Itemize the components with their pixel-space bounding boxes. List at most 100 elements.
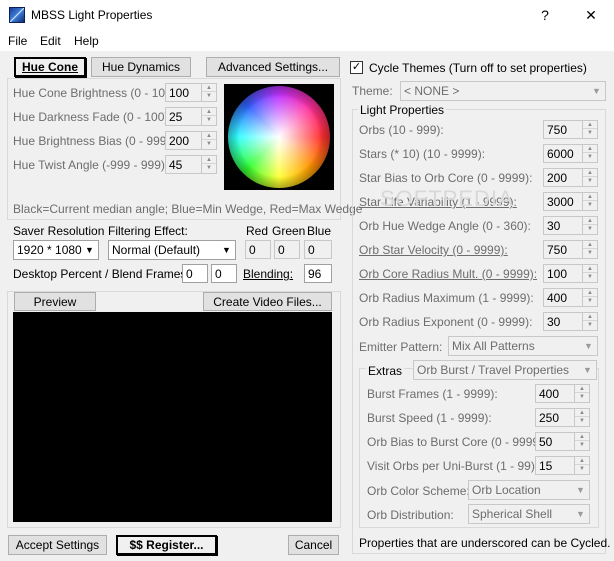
light-property-stepper-4[interactable]: 30 ▲ ▼ (543, 216, 598, 235)
filtering-effect-label: Filtering Effect: (108, 224, 188, 238)
emitter-pattern-select[interactable]: Mix All Patterns ▼ (448, 336, 598, 356)
stepper-arrows[interactable]: ▲ ▼ (201, 84, 216, 101)
light-property-value-1: 6000 (547, 147, 574, 161)
extras-property-label-3: Visit Orbs per Uni-Burst (1 - 99): (367, 459, 539, 473)
hue-brightness-stepper[interactable]: 100 ▲ ▼ (165, 83, 217, 102)
light-property-value-4: 30 (547, 219, 561, 233)
orb-color-scheme-select[interactable]: Orb Location ▼ (468, 480, 590, 500)
light-property-stepper-3[interactable]: 3000 ▲ ▼ (543, 192, 598, 211)
theme-select[interactable]: < NONE > ▼ (400, 81, 606, 101)
blue-field[interactable]: 0 (304, 240, 332, 259)
extras-property-stepper-3[interactable]: 15 ▲ ▼ (535, 456, 590, 475)
chevron-down-icon[interactable]: ▼ (580, 337, 597, 355)
stepper-arrows[interactable]: ▲ ▼ (582, 265, 597, 282)
cycle-themes-checkbox[interactable]: ✓ (350, 61, 363, 74)
menu-edit[interactable]: Edit (40, 34, 61, 48)
stepper-arrows[interactable]: ▲ ▼ (582, 217, 597, 234)
light-property-label-4: Orb Hue Wedge Angle (0 - 360): (359, 219, 531, 233)
register-button[interactable]: $$ Register... (116, 535, 217, 555)
hue-darkness-stepper[interactable]: 25 ▲ ▼ (165, 107, 217, 126)
light-property-stepper-7[interactable]: 400 ▲ ▼ (543, 288, 598, 307)
stepper-arrows[interactable]: ▲ ▼ (574, 409, 589, 426)
chevron-down-icon[interactable]: ▼ (572, 505, 589, 523)
light-property-stepper-0[interactable]: 750 ▲ ▼ (543, 120, 598, 139)
stepper-arrows[interactable]: ▲ ▼ (574, 457, 589, 474)
extras-value: Orb Burst / Travel Properties (417, 363, 570, 377)
extras-property-value-1: 250 (539, 411, 560, 425)
light-property-value-0: 750 (547, 123, 568, 137)
blue-value: 0 (308, 243, 315, 257)
extras-property-label-2: Orb Bias to Burst Core (0 - 9999): (367, 435, 547, 449)
red-field[interactable]: 0 (245, 240, 271, 259)
chevron-down-icon[interactable]: ▼ (579, 361, 596, 379)
light-property-stepper-8[interactable]: 30 ▲ ▼ (543, 312, 598, 331)
blending-field[interactable]: 96 (304, 264, 332, 283)
chevron-down-icon[interactable]: ▼ (572, 481, 589, 499)
orb-color-scheme-label: Orb Color Scheme: (367, 484, 470, 498)
stepper-arrows[interactable]: ▲ ▼ (574, 385, 589, 402)
blue-label: Blue (307, 224, 332, 238)
filtering-effect-select[interactable]: Normal (Default) ▼ (108, 240, 236, 260)
green-value: 0 (278, 243, 285, 257)
stepper-arrows[interactable]: ▲ ▼ (201, 156, 216, 173)
light-property-label-8: Orb Radius Exponent (0 - 9999): (359, 315, 533, 329)
stepper-arrows[interactable]: ▲ ▼ (574, 433, 589, 450)
light-property-stepper-2[interactable]: 200 ▲ ▼ (543, 168, 598, 187)
extras-property-stepper-2[interactable]: 50 ▲ ▼ (535, 432, 590, 451)
advanced-settings-button[interactable]: Advanced Settings... (206, 57, 340, 77)
chevron-down-icon[interactable]: ▼ (218, 241, 235, 259)
close-icon[interactable]: ✕ (568, 0, 614, 31)
stepper-arrows[interactable]: ▲ ▼ (582, 193, 597, 210)
light-property-stepper-1[interactable]: 6000 ▲ ▼ (543, 144, 598, 163)
hue-bias-stepper[interactable]: 200 ▲ ▼ (165, 131, 217, 150)
preview-button[interactable]: Preview (14, 292, 96, 311)
menu-file[interactable]: File (8, 34, 27, 48)
stepper-arrows[interactable]: ▲ ▼ (582, 241, 597, 258)
light-property-label-2: Star Bias to Orb Core (0 - 9999): (359, 171, 533, 185)
extras-property-stepper-1[interactable]: 250 ▲ ▼ (535, 408, 590, 427)
light-property-value-6: 100 (547, 267, 568, 281)
stepper-arrows[interactable]: ▲ ▼ (582, 313, 597, 330)
stepper-arrows[interactable]: ▲ ▼ (201, 132, 216, 149)
light-property-label-6: Orb Core Radius Mult. (0 - 9999): (359, 267, 538, 281)
chevron-down-icon[interactable]: ▼ (588, 82, 605, 100)
light-property-value-7: 400 (547, 291, 568, 305)
stepper-arrows[interactable]: ▲ ▼ (582, 169, 597, 186)
saver-resolution-label: Saver Resolution (13, 224, 105, 238)
blending-label: Blending: (243, 267, 294, 281)
green-label: Green (272, 224, 306, 238)
saver-resolution-select[interactable]: 1920 * 1080 ▼ (13, 240, 99, 260)
green-field[interactable]: 0 (274, 240, 300, 259)
cycle-themes-label: Cycle Themes (Turn off to set properties… (369, 61, 587, 75)
tab-hue-cone[interactable]: Hue Cone (14, 57, 86, 77)
light-property-stepper-5[interactable]: 750 ▲ ▼ (543, 240, 598, 259)
orb-distribution-select[interactable]: Spherical Shell ▼ (468, 504, 590, 524)
extras-property-stepper-0[interactable]: 400 ▲ ▼ (535, 384, 590, 403)
help-icon[interactable]: ? (522, 0, 568, 31)
tab-hue-dynamics[interactable]: Hue Dynamics (91, 57, 191, 77)
extras-property-value-0: 400 (539, 387, 560, 401)
hue-cone-preview (224, 84, 334, 190)
hue-twist-stepper[interactable]: 45 ▲ ▼ (165, 155, 217, 174)
app-icon (9, 7, 25, 23)
chevron-down-icon[interactable]: ▼ (81, 241, 98, 259)
create-video-files-button[interactable]: Create Video Files... (203, 292, 332, 311)
extras-property-label-1: Burst Speed (1 - 9999): (367, 411, 492, 425)
light-property-value-3: 3000 (547, 195, 574, 209)
accept-settings-button[interactable]: Accept Settings (8, 535, 107, 555)
stepper-arrows[interactable]: ▲ ▼ (201, 108, 216, 125)
light-property-stepper-6[interactable]: 100 ▲ ▼ (543, 264, 598, 283)
menu-help[interactable]: Help (74, 34, 99, 48)
emitter-pattern-label: Emitter Pattern: (359, 340, 443, 354)
emitter-pattern-value: Mix All Patterns (452, 339, 535, 353)
extras-property-label-0: Burst Frames (1 - 9999): (367, 387, 498, 401)
cancel-button[interactable]: Cancel (288, 535, 339, 555)
stepper-arrows[interactable]: ▲ ▼ (582, 289, 597, 306)
blend-frames-field[interactable]: 0 (211, 264, 237, 283)
extras-select[interactable]: Orb Burst / Travel Properties ▼ (413, 360, 597, 380)
stepper-arrows[interactable]: ▲ ▼ (582, 145, 597, 162)
window-title: MBSS Light Properties (31, 8, 153, 22)
stepper-arrows[interactable]: ▲ ▼ (582, 121, 597, 138)
preview-canvas[interactable] (13, 312, 332, 522)
desktop-percent-field[interactable]: 0 (182, 264, 208, 283)
